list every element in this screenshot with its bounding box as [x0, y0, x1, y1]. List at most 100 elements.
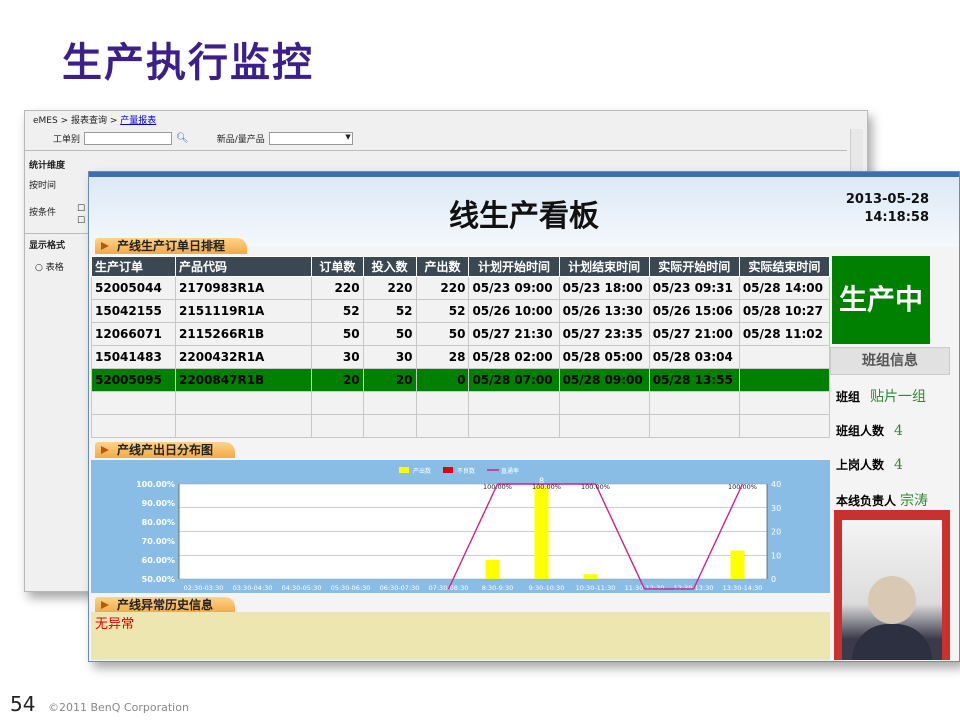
table-cell [738, 368, 831, 392]
tab-output-distribution[interactable]: 产线产出日分布图 [95, 442, 236, 458]
right-tick-label: 40 [771, 480, 781, 489]
table-cell [648, 391, 740, 415]
column-header: 产品代码 [175, 256, 313, 277]
table-cell: 30 [362, 345, 417, 369]
legend-label: 产出数 [413, 467, 431, 475]
table-cell [468, 414, 560, 438]
table-cell: 2200432R1A [175, 345, 313, 369]
right-tick-label: 10 [771, 551, 781, 560]
table-row[interactable]: 15041483 2200432R1A 30 30 28 05/28 02:00 05/28… [90, 345, 831, 369]
table-cell: 0 [415, 368, 470, 392]
x-tick-label: 03:30-04:30 [233, 584, 273, 592]
table-cell [738, 391, 831, 415]
x-tick-label: 05:30-06:30 [331, 584, 371, 592]
page-number: 54 [10, 692, 36, 716]
output-chart-svg: 40 30 20 10 0 100.00% 90.00% 80.00% 70.00% 60.00%… [136, 467, 781, 592]
table-cell: 05/26 13:30 [558, 299, 650, 323]
table-cell [415, 391, 470, 415]
team-size-value: 4 [894, 423, 903, 439]
data-label: 0 [686, 566, 691, 575]
x-tick-label: 9:30-10:30 [529, 584, 565, 592]
data-label: 0 [260, 566, 265, 575]
column-header: 计划结束时间 [558, 256, 650, 277]
breadcrumb-link-output-report[interactable]: 产量报表 [120, 116, 156, 126]
table-cell: 05/28 02:00 [468, 345, 560, 369]
data-label: 0 [309, 566, 314, 575]
table-row[interactable]: 15042155 2151119R1A 52 52 52 05/26 10:00 05/26… [90, 299, 831, 323]
current-time: 14:18:58 [864, 210, 929, 225]
onduty-row: 上岗人数 4 [836, 456, 903, 473]
x-tick-label: 10:30-11:30 [576, 584, 616, 592]
table-cell: 05/26 10:00 [468, 299, 560, 323]
table-cell: 05/28 03:04 [648, 345, 740, 369]
table-row[interactable] [90, 391, 831, 415]
product-type-label: 新品/量产品 [216, 135, 265, 145]
owner-label: 本线负责人 [836, 494, 897, 508]
order-input[interactable] [84, 132, 173, 145]
table-cell: 05/28 07:00 [468, 368, 560, 392]
team-value: 贴片一组 [870, 389, 927, 405]
tab-order-schedule[interactable]: 产线生产订单日排程 [95, 238, 248, 254]
table-cell: 05/27 21:00 [648, 322, 740, 346]
datetime-display: 2013-05-28 14:18:58 [846, 191, 929, 227]
copyright: ©2011 BenQ Corporation [48, 701, 189, 714]
table-row[interactable]: 52005095 2200847R1B 20 20 0 05/28 07:00 05/28 … [90, 368, 831, 392]
table-cell: 05/27 23:35 [558, 322, 650, 346]
table-cell: 52 [311, 299, 364, 323]
product-type-select[interactable] [268, 132, 353, 145]
anomaly-panel: 无异常 [91, 612, 830, 660]
table-cell [468, 391, 560, 415]
team-size-row: 班组人数 4 [836, 422, 903, 439]
bar [534, 486, 549, 579]
bar [485, 560, 500, 579]
table-cell [558, 391, 650, 415]
table-cell [311, 414, 364, 438]
tab-anomaly-history[interactable]: 产线异常历史信息 [95, 597, 236, 613]
table-cell: 05/23 18:00 [558, 276, 650, 300]
data-label: 0 [392, 566, 397, 575]
left-tick-label: 100.00% [136, 480, 175, 489]
table-cell [558, 414, 650, 438]
data-label: 0 [505, 566, 510, 575]
table-cell: 220 [415, 276, 470, 300]
right-tick-label: 30 [771, 504, 781, 513]
order-schedule-table: 生产订单 产品代码 订单数 投入数 产出数 计划开始时间 计划结束时间 实际开始时间 实际结束时… [90, 256, 831, 438]
table-row[interactable] [90, 414, 831, 438]
column-header: 实际开始时间 [648, 256, 740, 277]
onduty-value: 4 [894, 457, 903, 473]
team-row: 班组 贴片一组 [836, 386, 926, 406]
data-label: 0 [441, 566, 446, 575]
table-cell [175, 391, 313, 415]
board-title: 线生产看板 [449, 199, 599, 234]
table-row[interactable]: 52005044 2170983R1A 220 220 220 05/23 09:00 05… [90, 276, 831, 300]
table-cell: 05/28 13:55 [648, 368, 740, 392]
left-tick-label: 60.00% [142, 556, 175, 565]
x-tick-label: 04:30-05:30 [282, 584, 322, 592]
column-header: 生产订单 [90, 256, 177, 277]
data-label: 0 [652, 566, 657, 575]
table-cell: 15042155 [90, 299, 177, 323]
left-tick-label: 70.00% [142, 537, 175, 546]
table-cell: 05/28 05:00 [558, 345, 650, 369]
owner-photo [834, 510, 950, 660]
table-cell: 2200847R1B [175, 368, 313, 392]
table-cell [648, 414, 740, 438]
table-format-radio[interactable]: ○ 表格 [35, 260, 64, 273]
table-cell [362, 391, 417, 415]
table-row[interactable]: 12066071 2115266R1B 50 50 50 05/27 21:30 05/27… [90, 322, 831, 346]
line-point-label: 100.00% [728, 483, 757, 491]
table-cell [175, 414, 313, 438]
condition-checkbox[interactable]: ☐ [77, 204, 85, 214]
team-label: 班组 [836, 390, 861, 404]
search-icon[interactable]: 🔍︎ [176, 133, 189, 144]
legend-label: 直通率 [501, 467, 519, 475]
right-tick-label: 0 [771, 575, 776, 584]
table-cell: 12066071 [90, 322, 177, 346]
left-tick-label: 50.00% [142, 575, 175, 584]
onduty-label: 上岗人数 [836, 458, 885, 472]
condition-checkbox[interactable]: ☐ [77, 216, 85, 226]
production-board: 线生产看板 2013-05-28 14:18:58 产线生产订单日排程 生产订单… [88, 171, 960, 662]
team-info-header[interactable]: 班组信息 [830, 347, 950, 375]
table-cell: 05/23 09:00 [468, 276, 560, 300]
left-tick-label: 90.00% [142, 499, 175, 508]
